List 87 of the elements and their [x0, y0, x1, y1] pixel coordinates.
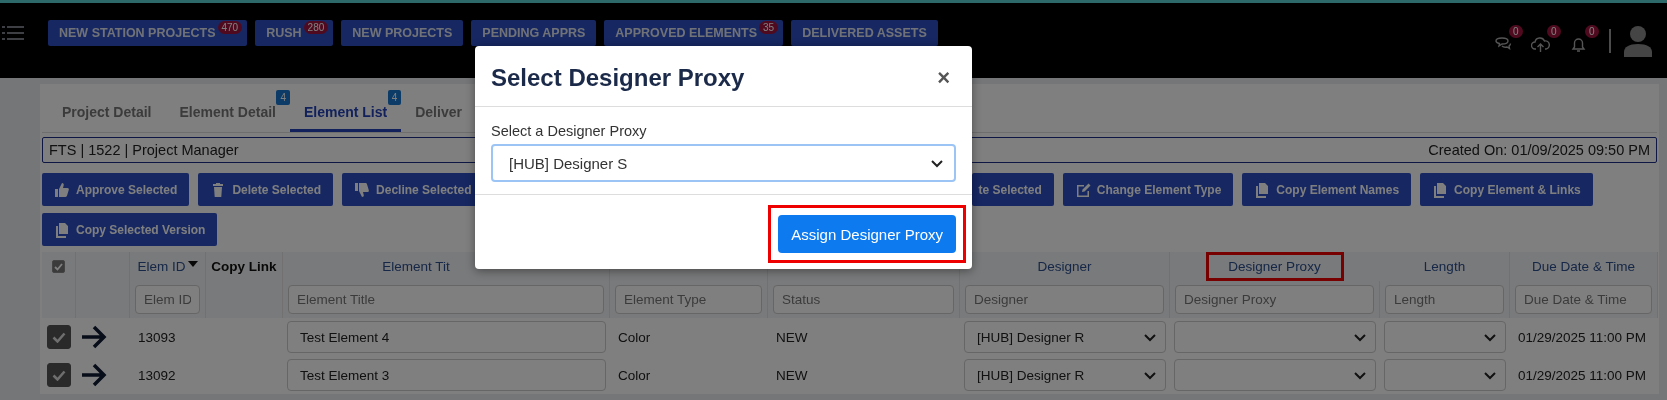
action-button[interactable]: Copy Element & Links — [1420, 173, 1593, 206]
row-checkbox[interactable] — [47, 325, 71, 349]
dropdown[interactable] — [1174, 359, 1376, 391]
edit-icon — [1074, 181, 1091, 198]
menu-icon — [2, 23, 24, 42]
column-header[interactable]: Length — [1423, 259, 1466, 274]
dropdown[interactable] — [1174, 321, 1376, 353]
nav-button[interactable]: NEW PROJECTS — [341, 20, 464, 46]
count-badge: 0 — [1547, 24, 1561, 38]
close-button[interactable]: × — [931, 65, 956, 91]
column-header[interactable]: Elem ID — [137, 259, 186, 274]
sort-down-icon — [187, 260, 198, 267]
chevron-down-icon — [1353, 332, 1367, 342]
dropdown[interactable]: [HUB] Designer R — [964, 359, 1166, 391]
dropdown[interactable] — [1384, 321, 1506, 353]
chevron-down-icon — [1143, 370, 1157, 380]
chevron-down-icon — [1353, 370, 1367, 380]
action-button[interactable]: Change Element Type — [1062, 173, 1234, 206]
copy-icon — [1254, 181, 1271, 198]
table-cell-text: 13092 — [137, 367, 176, 383]
user-avatar-icon — [1623, 24, 1653, 57]
column-header[interactable]: Designer — [1037, 259, 1092, 274]
filter-field[interactable]: Element Type — [615, 285, 762, 314]
column-header[interactable]: Due Date & Time — [1532, 259, 1635, 274]
table-cell-text: NEW — [775, 329, 808, 345]
action-button[interactable]: te Selected — [972, 173, 1054, 206]
filter-field[interactable]: Status — [773, 285, 954, 314]
nav-button[interactable]: PENDING APPRS — [471, 20, 597, 46]
filter-field[interactable]: Element Title — [288, 285, 604, 314]
column-header[interactable]: Element Tit — [382, 259, 450, 274]
arrow-right-icon — [80, 325, 108, 349]
check-icon — [52, 331, 66, 343]
arrow-right-icon — [80, 363, 108, 387]
copy-icon — [1432, 181, 1449, 198]
check-icon — [54, 262, 63, 271]
field-label: Select a Designer Proxy — [491, 123, 648, 139]
cloud-upload-icon — [1531, 35, 1550, 53]
filter-field[interactable]: Elem ID — [135, 285, 200, 314]
nav-button[interactable]: NEW STATION PROJECTS 470 — [48, 20, 248, 46]
count-badge: 0 — [1509, 24, 1523, 38]
row-checkbox[interactable] — [47, 363, 71, 387]
count-badge: 4 — [387, 90, 402, 105]
nav-button[interactable]: RUSH 280 — [255, 20, 334, 46]
thumbs-up-icon — [54, 181, 70, 198]
tab[interactable]: Deliver — [401, 94, 476, 132]
assign-button[interactable]: Assign Designer Proxy — [778, 215, 956, 253]
bell-icon — [1569, 35, 1588, 53]
count-badge: 4 — [276, 90, 290, 105]
filter-field[interactable]: Length — [1385, 285, 1504, 314]
check-icon — [52, 369, 66, 381]
chevron-down-icon — [930, 158, 944, 168]
copy-icon — [54, 221, 70, 238]
nav-button[interactable]: APPROVED ELEMENTS 35 — [604, 20, 784, 46]
action-button[interactable]: Copy Element Names — [1242, 173, 1412, 206]
chevron-down-icon — [1483, 370, 1497, 380]
column-header: Copy Link — [211, 259, 277, 274]
thumbs-down-icon — [354, 181, 371, 198]
dropdown[interactable] — [1384, 359, 1506, 391]
tab[interactable]: Project Detail — [48, 94, 166, 132]
title-field[interactable]: Test Element 4 — [287, 321, 606, 353]
table-cell-text: 01/29/2025 11:00 PM — [1517, 329, 1647, 345]
count-badge: 470 — [217, 21, 243, 34]
count-badge: 35 — [759, 21, 779, 34]
chevron-down-icon — [1483, 332, 1497, 342]
action-button[interactable]: Copy Selected Version — [42, 213, 218, 246]
table-cell-text: Color — [617, 367, 651, 383]
nav-button[interactable]: DELIVERED ASSETS — [791, 20, 938, 46]
table-cell-text: Color — [617, 329, 651, 345]
filter-field[interactable]: Designer Proxy — [1175, 285, 1374, 314]
chevron-down-icon — [1143, 332, 1157, 342]
count-badge: 280 — [303, 21, 329, 34]
designer-proxy-dropdown[interactable]: [HUB] Designer S — [491, 144, 956, 182]
filter-field[interactable]: Designer — [965, 285, 1164, 314]
table-cell-text: 01/29/2025 11:00 PM — [1517, 367, 1647, 383]
project-info: FTS | 1522 | Project Manager — [49, 142, 239, 158]
count-badge: 0 — [1585, 24, 1599, 38]
title-field[interactable]: Test Element 3 — [287, 359, 606, 391]
table-cell-text: NEW — [775, 367, 808, 383]
dropdown[interactable]: [HUB] Designer R — [964, 321, 1166, 353]
action-button[interactable]: Delete Selected — [198, 173, 334, 206]
created-date: Created On: 01/09/2025 09:50 PM — [1428, 142, 1650, 158]
modal-title: Select Designer Proxy — [491, 64, 745, 92]
action-button[interactable]: Approve Selected — [42, 173, 190, 206]
select-all-checkbox[interactable] — [52, 260, 65, 273]
filter-field[interactable]: Due Date & Time — [1515, 285, 1652, 314]
column-header[interactable]: Designer Proxy — [1228, 259, 1321, 274]
table-cell-text: 13093 — [137, 329, 176, 345]
